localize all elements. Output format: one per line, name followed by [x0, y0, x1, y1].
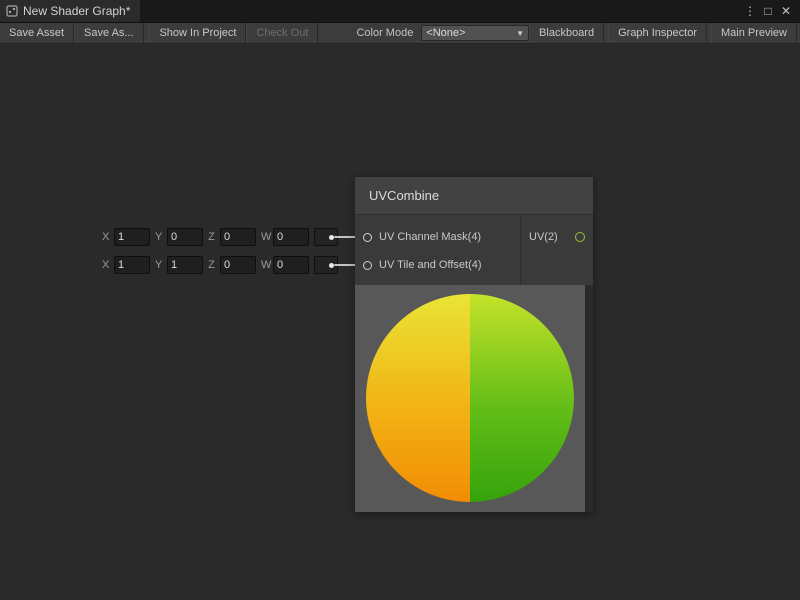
node-outputs: UV(2) — [520, 215, 593, 285]
maximize-icon[interactable]: □ — [760, 0, 776, 22]
x-axis-label: X — [102, 259, 109, 271]
preview-sphere — [366, 294, 574, 502]
kebab-menu-icon[interactable]: ⋮ — [742, 0, 758, 22]
vec1-w-input[interactable] — [273, 256, 309, 274]
input-port-uv-channel-mask[interactable]: UV Channel Mask(4) — [355, 223, 520, 251]
node-uvcombine[interactable]: UVCombine UV Channel Mask(4) UV Tile and… — [355, 177, 593, 512]
vec0-z-input[interactable] — [220, 228, 256, 246]
vec1-x-input[interactable] — [114, 256, 150, 274]
toolbar: Save Asset Save As... Show In Project Ch… — [0, 23, 800, 44]
z-axis-label: Z — [208, 259, 215, 271]
save-asset-button[interactable]: Save Asset — [0, 23, 74, 43]
sphere-left-half — [366, 294, 470, 502]
output-port-uv[interactable]: UV(2) — [521, 223, 593, 251]
y-axis-label: Y — [155, 231, 162, 243]
node-preview — [355, 285, 585, 512]
node-port-section: UV Channel Mask(4) UV Tile and Offset(4)… — [355, 215, 593, 285]
vec1-y-input[interactable] — [167, 256, 203, 274]
output-port-icon[interactable] — [575, 232, 585, 242]
output-port-label: UV(2) — [529, 231, 558, 243]
vec0-x-input[interactable] — [114, 228, 150, 246]
blackboard-button[interactable]: Blackboard — [529, 23, 604, 43]
window-controls: ⋮ □ ✕ — [742, 0, 800, 22]
input-port-label: UV Tile and Offset(4) — [379, 259, 482, 271]
graph-inspector-button[interactable]: Graph Inspector — [608, 23, 707, 43]
color-mode-dropdown[interactable]: <None> ▼ — [421, 25, 529, 41]
x-axis-label: X — [102, 231, 109, 243]
port-editor-uv-channel-mask: X Y Z W — [102, 226, 338, 248]
input-port-icon[interactable] — [363, 233, 372, 242]
w-axis-label: W — [261, 259, 268, 271]
color-mode-value: <None> — [426, 27, 516, 39]
show-in-project-button[interactable]: Show In Project — [149, 23, 246, 43]
input-port-icon[interactable] — [363, 261, 372, 270]
node-inputs: UV Channel Mask(4) UV Tile and Offset(4) — [355, 215, 520, 285]
vec0-w-input[interactable] — [273, 228, 309, 246]
z-axis-label: Z — [208, 231, 215, 243]
vec0-y-input[interactable] — [167, 228, 203, 246]
tab-title: New Shader Graph* — [23, 4, 130, 18]
shader-graph-icon — [6, 5, 18, 17]
document-tab[interactable]: New Shader Graph* — [0, 0, 140, 22]
main-preview-button[interactable]: Main Preview — [711, 23, 797, 43]
close-icon[interactable]: ✕ — [778, 0, 794, 22]
color-mode-label: Color Mode — [348, 23, 421, 43]
save-as-button[interactable]: Save As... — [74, 23, 144, 43]
toolbar-right-group: Blackboard Graph Inspector Main Preview — [529, 23, 800, 43]
graph-canvas[interactable]: X Y Z W X Y Z W — [0, 44, 800, 600]
vec1-z-input[interactable] — [220, 256, 256, 274]
check-out-button: Check Out — [246, 23, 318, 43]
chevron-down-icon: ▼ — [516, 29, 524, 38]
port-editor-uv-tile-offset: X Y Z W — [102, 254, 338, 276]
y-axis-label: Y — [155, 259, 162, 271]
shader-graph-window: New Shader Graph* ⋮ □ ✕ Save Asset Save … — [0, 0, 800, 600]
input-port-uv-tile-offset[interactable]: UV Tile and Offset(4) — [355, 251, 520, 279]
input-port-label: UV Channel Mask(4) — [379, 231, 481, 243]
title-bar: New Shader Graph* ⋮ □ ✕ — [0, 0, 800, 23]
node-title[interactable]: UVCombine — [355, 177, 593, 215]
w-axis-label: W — [261, 231, 268, 243]
sphere-right-half — [470, 294, 574, 502]
